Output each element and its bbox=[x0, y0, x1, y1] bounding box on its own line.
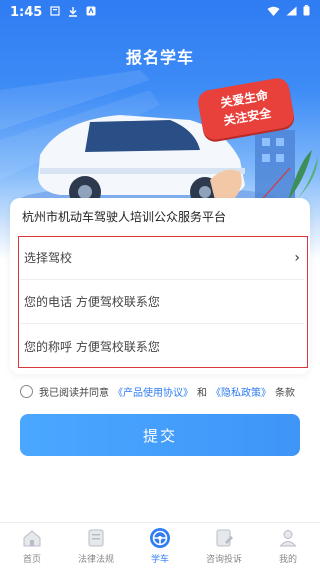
phone-field[interactable]: 您的电话 方便驾校联系您 bbox=[20, 280, 304, 324]
phone-field-placeholder: 您的电话 方便驾校联系您 bbox=[24, 295, 160, 309]
school-select[interactable]: 选择驾校 › bbox=[20, 236, 304, 280]
steering-wheel-icon bbox=[149, 527, 171, 549]
name-field-placeholder: 您的称呼 方便驾校联系您 bbox=[24, 339, 160, 354]
tab-laws-label: 法律法规 bbox=[77, 555, 114, 565]
tab-learn-label: 学车 bbox=[150, 555, 169, 565]
signal-icon bbox=[286, 5, 297, 20]
tab-mine-label: 我的 bbox=[278, 555, 297, 565]
agreement-suffix: 条款 bbox=[275, 388, 295, 399]
agreement-row: 我已阅读并同意 《产品使用协议》 和 《隐私政策》 条款 bbox=[20, 384, 295, 399]
tab-consult-label: 咨询投诉 bbox=[205, 555, 242, 565]
agree-checkbox[interactable] bbox=[20, 385, 33, 398]
agreement-and: 和 bbox=[197, 388, 207, 399]
download-icon bbox=[68, 6, 78, 19]
tab-consult[interactable]: 咨询投诉 bbox=[192, 523, 256, 565]
tab-mine[interactable]: 我的 bbox=[256, 523, 320, 565]
status-time: 1:45 bbox=[10, 4, 43, 20]
tab-home-label: 首页 bbox=[22, 555, 41, 565]
tab-learn[interactable]: 学车 bbox=[128, 523, 192, 565]
chevron-right-icon: › bbox=[294, 249, 300, 266]
wifi-icon bbox=[267, 5, 280, 20]
battery-icon bbox=[303, 4, 310, 20]
privacy-link[interactable]: 《隐私政策》 bbox=[211, 384, 271, 399]
home-icon bbox=[21, 527, 43, 549]
person-icon bbox=[277, 527, 299, 549]
school-select-label: 选择驾校 bbox=[24, 251, 73, 265]
notification-icon bbox=[50, 6, 60, 18]
document-icon bbox=[85, 527, 107, 549]
tab-laws[interactable]: 法律法规 bbox=[64, 523, 128, 565]
agreement-prefix: 我已阅读并同意 bbox=[39, 388, 109, 399]
tab-bar: 首页 法律法规 学车 咨询投诉 我的 bbox=[0, 522, 320, 568]
org-name: 杭州市机动车驾驶人培训公众服务平台 bbox=[22, 210, 227, 224]
name-field[interactable]: 您的称呼 方便驾校联系您 bbox=[20, 324, 304, 368]
app-icon bbox=[86, 6, 96, 18]
status-bar: 1:45 bbox=[0, 0, 320, 24]
tab-home[interactable]: 首页 bbox=[0, 523, 64, 565]
edit-document-icon bbox=[213, 527, 235, 549]
terms-link[interactable]: 《产品使用协议》 bbox=[113, 384, 193, 399]
submit-button[interactable]: 提交 bbox=[20, 414, 300, 456]
